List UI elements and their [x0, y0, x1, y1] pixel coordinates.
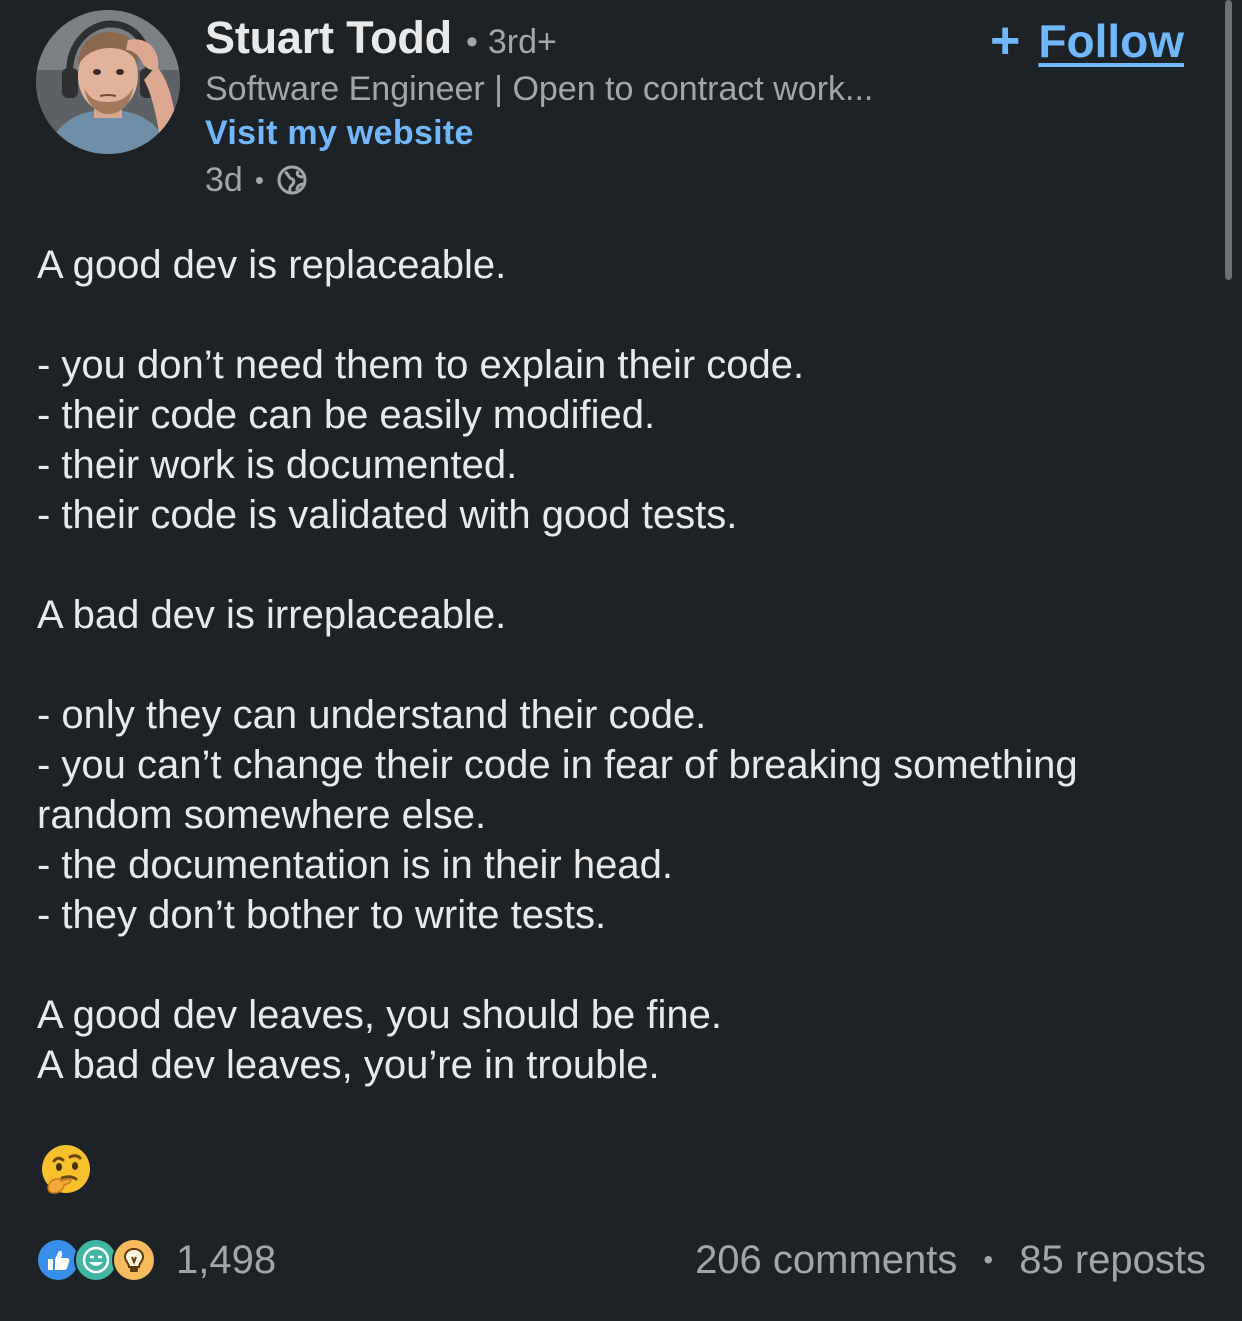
website-link[interactable]: Visit my website [205, 114, 474, 156]
social-counts: 1,498 206 comments • 85 reposts [36, 1230, 1206, 1290]
follow-label: Follow [1038, 15, 1185, 67]
insightful-icon [112, 1238, 156, 1282]
reaction-icons[interactable] [36, 1238, 156, 1282]
author-name[interactable]: Stuart Todd [205, 12, 452, 64]
post-line: A good dev is replaceable. [37, 243, 507, 287]
author-info: Stuart Todd • 3rd+ Software Engineer | O… [205, 12, 965, 202]
post-gap [37, 540, 1217, 590]
post-line: - the documentation is in their head. [37, 843, 673, 887]
follow-button[interactable]: + Follow [990, 14, 1184, 68]
post-line: A bad dev is irreplaceable. [37, 593, 507, 637]
post-line: - you don’t need them to explain their c… [37, 343, 805, 387]
scrollbar[interactable] [1225, 0, 1232, 280]
avatar[interactable] [36, 10, 180, 154]
post-body: A good dev is replaceable. - you don’t n… [37, 240, 1217, 1090]
post-gap [37, 940, 1217, 990]
engagement-stats: 206 comments • 85 reposts [695, 1238, 1206, 1283]
thinking-face-emoji [40, 1143, 92, 1195]
post-line: A bad dev leaves, you’re in trouble. [37, 1043, 660, 1087]
post-line: - their code can be easily modified. [37, 393, 656, 437]
feed-post: Stuart Todd • 3rd+ Software Engineer | O… [0, 0, 1242, 1321]
comments-count[interactable]: 206 comments [695, 1238, 957, 1283]
post-time: 3d [205, 160, 243, 199]
degree-separator: • [465, 23, 478, 61]
post-line: - their work is documented. [37, 443, 518, 487]
reposts-count[interactable]: 85 reposts [1019, 1238, 1206, 1283]
connection-degree: 3rd+ [487, 23, 557, 61]
post-line: - only they can understand their code. [37, 693, 707, 737]
avatar-photo [36, 10, 180, 154]
post-meta: 3d • [205, 158, 965, 202]
globe-icon [276, 164, 308, 196]
post-line: - they don’t bother to write tests. [37, 893, 607, 937]
author-name-line: Stuart Todd • 3rd+ [205, 12, 965, 68]
post-line: A good dev leaves, you should be fine. [37, 993, 722, 1037]
post-gap [37, 290, 1217, 340]
post-line: - you can’t change their code in fear of… [37, 743, 1078, 837]
post-gap [37, 640, 1217, 690]
meta-separator: • [254, 164, 264, 195]
post-line: - their code is validated with good test… [37, 493, 738, 537]
stats-separator: • [983, 1244, 994, 1275]
author-headline: Software Engineer | Open to contract wor… [205, 70, 874, 108]
reaction-count[interactable]: 1,498 [176, 1238, 276, 1283]
plus-icon: + [990, 12, 1021, 70]
